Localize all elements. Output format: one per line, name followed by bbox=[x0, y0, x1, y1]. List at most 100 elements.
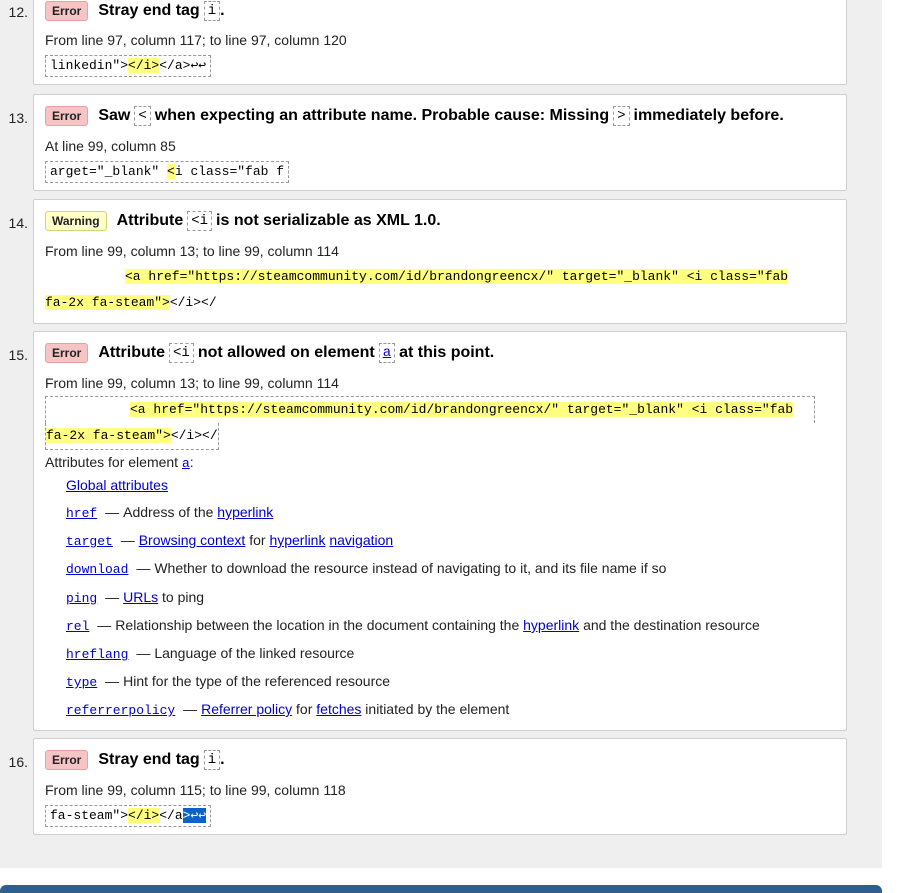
message-title: Warning Attribute <i is not serializable… bbox=[45, 211, 441, 231]
location: From line 99, column 13; to line 99, col… bbox=[45, 243, 339, 259]
attribute-name-link[interactable]: referrerpolicy bbox=[66, 703, 175, 718]
extract-highlight: fa-2x fa-steam"> bbox=[46, 428, 171, 443]
code-fragment: i bbox=[203, 750, 221, 770]
error-badge: Error bbox=[45, 1, 89, 21]
title-text: Attribute bbox=[98, 344, 165, 361]
extract-highlight: fa-2x fa-steam"> bbox=[45, 295, 170, 310]
title-end: . bbox=[220, 751, 225, 768]
extract-highlight: </i> bbox=[128, 808, 160, 823]
hyperlink-link[interactable]: hyperlink bbox=[523, 617, 579, 633]
attributes-label: Attributes for element bbox=[45, 454, 179, 470]
footer-bar bbox=[0, 885, 882, 893]
element-link[interactable]: a bbox=[378, 343, 396, 363]
message-number: 13. bbox=[8, 110, 28, 126]
title-text: is not serializable as XML 1.0. bbox=[216, 212, 441, 229]
extract-text: i class="fab f bbox=[174, 164, 285, 179]
colon: : bbox=[189, 454, 194, 470]
dash: — bbox=[105, 673, 120, 689]
dash: — bbox=[120, 532, 135, 548]
message-16: Error Stray end tag i . From line 99, co… bbox=[33, 738, 847, 835]
attribute-row-target: target — Browsing context for hyperlink n… bbox=[66, 532, 393, 549]
location: At line 99, column 85 bbox=[45, 138, 176, 154]
message-15: Error Attribute <i not allowed on elemen… bbox=[33, 331, 847, 731]
browsing-context-link[interactable]: Browsing context bbox=[139, 532, 246, 548]
global-attributes-link[interactable]: Global attributes bbox=[66, 477, 168, 493]
attribute-name-link[interactable]: ping bbox=[66, 591, 97, 606]
error-badge: Error bbox=[45, 343, 89, 363]
extract-selected[interactable]: >↩↩ bbox=[182, 808, 207, 823]
message-number: 12. bbox=[8, 4, 28, 20]
referrer-policy-link[interactable]: Referrer policy bbox=[201, 701, 292, 717]
extract-highlight: <a href="https://steamcommunity.com/id/b… bbox=[130, 402, 794, 417]
code-fragment: < bbox=[134, 106, 151, 126]
attribute-desc: Language of the linked resource bbox=[154, 645, 355, 661]
extract-text: </i></ bbox=[170, 428, 218, 443]
urls-link[interactable]: URLs bbox=[123, 589, 158, 605]
fetches-link[interactable]: fetches bbox=[316, 701, 361, 717]
line-break-icon: ↩↩ bbox=[190, 58, 207, 73]
attribute-name-link[interactable]: hreflang bbox=[66, 647, 128, 662]
attribute-desc: and the destination resource bbox=[583, 617, 760, 633]
attribute-name-link[interactable]: type bbox=[66, 675, 97, 690]
extract-highlight: </i> bbox=[128, 58, 160, 73]
title-text: Saw bbox=[98, 107, 131, 124]
attribute-row-rel: rel — Relationship between the location i… bbox=[66, 617, 760, 634]
message-13: Error Saw < when expecting an attribute … bbox=[33, 94, 847, 191]
attribute-name-link[interactable]: rel bbox=[66, 619, 89, 634]
attribute-desc: initiated by the element bbox=[365, 701, 510, 717]
attributes-heading: Attributes for element a: bbox=[45, 454, 194, 471]
code-fragment: i bbox=[203, 1, 221, 21]
element-link[interactable]: a bbox=[182, 456, 190, 471]
message-number: 16. bbox=[8, 754, 28, 770]
location: From line 99, column 13; to line 99, col… bbox=[45, 375, 339, 391]
global-attributes-row: Global attributes bbox=[66, 477, 168, 493]
attribute-name-link[interactable]: href bbox=[66, 506, 97, 521]
code-fragment: > bbox=[613, 106, 630, 126]
extract-highlight: < bbox=[167, 164, 175, 179]
attribute-row-referrerpolicy: referrerpolicy — Referrer policy for fetc… bbox=[66, 701, 509, 718]
hyperlink-link[interactable]: hyperlink bbox=[217, 504, 273, 520]
code-fragment: <i bbox=[187, 211, 213, 231]
attribute-row-hreflang: hreflang — Language of the linked resourc… bbox=[66, 645, 354, 662]
code-fragment: <i bbox=[169, 343, 194, 363]
title-text: immediately before. bbox=[633, 107, 784, 124]
title-text: at this point. bbox=[399, 344, 495, 361]
extract-text: arget="_blank" bbox=[50, 164, 168, 179]
error-badge: Error bbox=[45, 106, 89, 126]
message-14: Warning Attribute <i is not serializable… bbox=[33, 199, 847, 324]
extract-text: linkedin"> bbox=[50, 58, 129, 73]
dash: — bbox=[183, 701, 198, 717]
attribute-desc: Address of the bbox=[123, 504, 214, 520]
attribute-desc: Whether to download the resource instead… bbox=[154, 560, 667, 576]
title-text: not allowed on element bbox=[197, 344, 375, 361]
hyperlink-link[interactable]: hyperlink bbox=[269, 532, 325, 548]
extract-text: </a> bbox=[159, 58, 191, 73]
dash: — bbox=[136, 560, 151, 576]
extract-text: </a bbox=[159, 808, 183, 823]
extract-text: fa-steam"> bbox=[50, 808, 129, 823]
source-extract: fa-steam"></i></a>↩↩ bbox=[45, 805, 212, 827]
attribute-name-link[interactable]: target bbox=[66, 534, 113, 549]
attribute-row-type: type — Hint for the type of the reference… bbox=[66, 673, 390, 690]
attribute-desc: Hint for the type of the referenced reso… bbox=[123, 673, 391, 689]
dash: — bbox=[105, 589, 120, 605]
attribute-row-href: href — Address of the hyperlink bbox=[66, 504, 273, 521]
source-extract: <a href="https://steamcommunity.com/id/b… bbox=[45, 396, 815, 450]
attribute-row-ping: ping — URLs to ping bbox=[66, 589, 204, 606]
warning-badge: Warning bbox=[45, 211, 107, 231]
error-badge: Error bbox=[45, 750, 89, 770]
extract-text: </i></ bbox=[169, 295, 217, 310]
source-extract: <a href="https://steamcommunity.com/id/b… bbox=[45, 264, 815, 316]
source-extract: arget="_blank" <i class="fab f bbox=[45, 161, 290, 183]
attribute-desc: for bbox=[249, 532, 266, 548]
attribute-desc: Relationship between the location in the… bbox=[115, 617, 520, 633]
attribute-name-link[interactable]: download bbox=[66, 562, 128, 577]
navigation-link[interactable]: navigation bbox=[329, 532, 393, 548]
source-extract: linkedin"></i></a>↩↩ bbox=[45, 55, 212, 77]
message-12: Error Stray end tag i . From line 97, co… bbox=[33, 0, 847, 85]
attribute-row-download: download — Whether to download the resour… bbox=[66, 560, 666, 577]
location: From line 99, column 115; to line 99, co… bbox=[45, 782, 346, 798]
message-title: Error Attribute <i not allowed on elemen… bbox=[45, 343, 494, 363]
message-title: Error Stray end tag i . bbox=[45, 1, 225, 21]
message-title: Error Saw < when expecting an attribute … bbox=[45, 106, 784, 126]
